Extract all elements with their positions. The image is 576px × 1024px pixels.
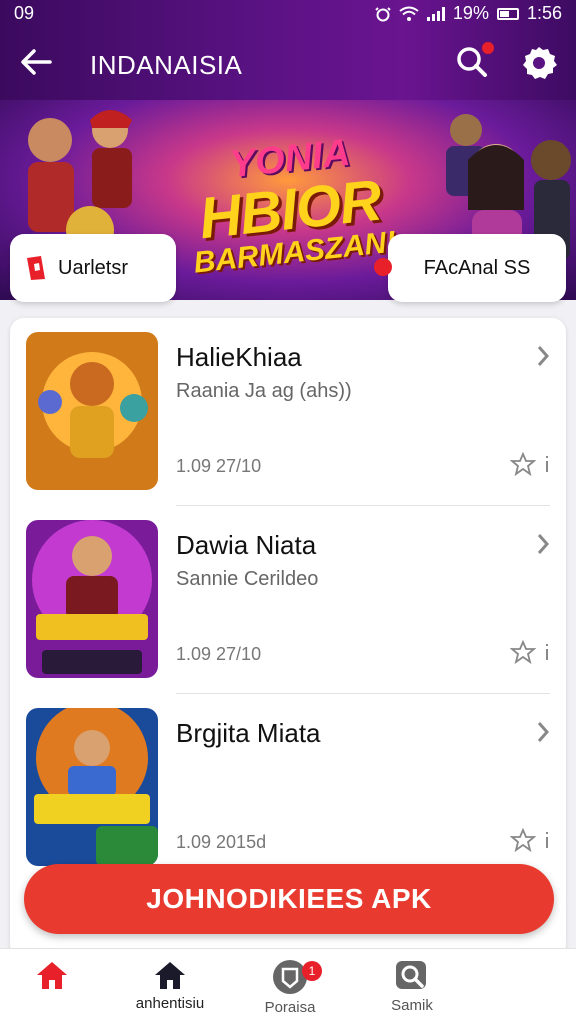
- star-icon[interactable]: [510, 828, 536, 852]
- app-logo-icon: [27, 256, 45, 280]
- item-meta: 1.09 27/10: [176, 644, 262, 664]
- download-apk-label: JOHNODIKIEES APK: [146, 883, 432, 914]
- search-button[interactable]: [454, 42, 494, 80]
- page-title: INDANAISIA: [90, 50, 243, 80]
- game-thumbnail: [26, 520, 158, 678]
- list-item[interactable]: Dawia Niata Sannie Cerildeo 1.09 27/10: [10, 506, 566, 694]
- star-icon[interactable]: [510, 640, 536, 664]
- list-item[interactable]: HalieKhiaa Raania Ja ag (ahs)) 1.09 27/1…: [10, 318, 566, 506]
- item-name: HalieKhiaa: [176, 342, 302, 372]
- nav-item-browse[interactable]: anhentisiu: [110, 959, 230, 1012]
- list-item[interactable]: Brgjita Miata 1.09 2015d: [10, 694, 566, 882]
- battery-icon: [496, 7, 519, 20]
- status-bar: 09 19% 1:56: [0, 0, 576, 26]
- home-icon: [37, 962, 67, 989]
- status-time: 09: [14, 3, 35, 23]
- more-icon[interactable]: [544, 830, 550, 850]
- nav-item-shield[interactable]: 1 Poraisa: [230, 959, 350, 1016]
- chevron-right-icon[interactable]: [534, 532, 552, 556]
- nav-item-home[interactable]: [0, 959, 112, 995]
- banner-logo: YONIA HBIOR BARMASZAN!: [180, 118, 400, 298]
- more-icon[interactable]: [544, 454, 550, 474]
- item-meta: 1.09 2015d: [176, 832, 267, 852]
- item-actions: [510, 640, 550, 664]
- alarm-icon: [375, 6, 391, 21]
- top-bar: 09 19% 1:56 INDANAISIA: [0, 0, 576, 100]
- banner-right-label: FAcAnal SS: [423, 256, 531, 279]
- chevron-right-icon[interactable]: [534, 720, 552, 744]
- nav-label: anhentisiu: [135, 995, 205, 1012]
- app-list: HalieKhiaa Raania Ja ag (ahs)) 1.09 27/1…: [10, 318, 566, 958]
- item-name: Dawia Niata: [176, 530, 317, 560]
- signal-icon: [426, 6, 445, 21]
- nav-label: Samik: [391, 997, 433, 1014]
- item-subtitle: Sannie Cerildeo: [176, 568, 319, 590]
- back-arrow-icon[interactable]: [18, 44, 54, 80]
- item-name: Brgjita Miata: [176, 718, 321, 748]
- home-dark-icon: [155, 962, 185, 989]
- badge-dot: [374, 258, 392, 276]
- app-bar: INDANAISIA: [0, 30, 576, 96]
- banner-left-label: Uarletsr: [58, 256, 129, 279]
- nav-item-search[interactable]: Samik: [352, 959, 472, 1014]
- status-clock: 1:56: [526, 3, 562, 23]
- wifi-icon: [399, 6, 419, 21]
- item-meta: 1.09 27/10: [176, 456, 262, 476]
- star-icon[interactable]: [510, 452, 536, 476]
- banner-right-button[interactable]: FAcAnal SS: [374, 234, 566, 302]
- battery-percent: 19%: [452, 3, 489, 23]
- chevron-right-icon[interactable]: [534, 344, 552, 368]
- download-apk-button[interactable]: JOHNODIKIEES APK: [24, 864, 554, 934]
- game-thumbnail: [26, 332, 158, 490]
- search-icon: [396, 961, 426, 989]
- banner-left-button[interactable]: Uarletsr: [10, 234, 176, 302]
- game-thumbnail: [26, 708, 158, 866]
- item-actions: [510, 452, 550, 476]
- item-actions: [510, 828, 550, 852]
- item-subtitle: Raania Ja ag (ahs)): [176, 380, 352, 402]
- settings-gear-icon[interactable]: [520, 44, 558, 82]
- nav-badge: 1: [302, 961, 322, 981]
- status-icons: 19% 1:56: [375, 3, 562, 24]
- more-icon[interactable]: [544, 642, 550, 662]
- notification-dot: [482, 42, 494, 54]
- nav-label: Poraisa: [264, 999, 316, 1016]
- bottom-nav: anhentisiu 1 Poraisa Samik: [0, 948, 576, 1024]
